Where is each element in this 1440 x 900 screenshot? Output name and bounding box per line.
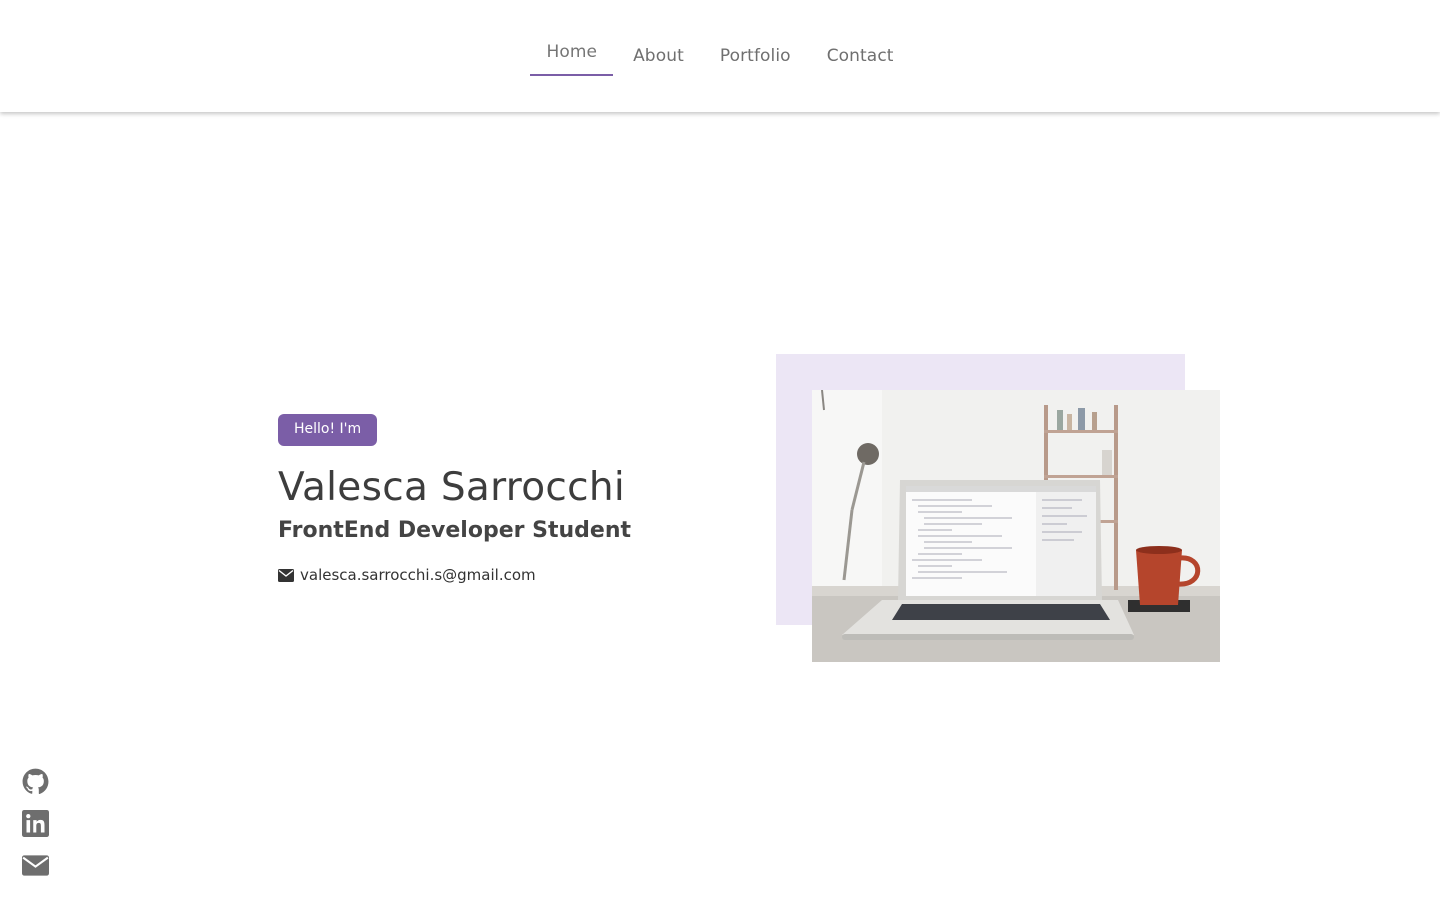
envelope-icon: [278, 568, 294, 582]
linkedin-icon[interactable]: [22, 810, 49, 837]
nav-contact-link[interactable]: Contact: [811, 36, 910, 77]
greeting-badge: Hello! I'm: [278, 414, 378, 446]
main-nav: Home About Portfolio Contact: [0, 0, 1440, 112]
email-address[interactable]: valesca.sarrocchi.s@gmail.com: [300, 566, 536, 584]
hero-role: FrontEnd Developer Student: [278, 518, 632, 543]
github-icon[interactable]: [22, 768, 49, 795]
social-links: [22, 768, 49, 879]
nav-about-link[interactable]: About: [617, 36, 700, 77]
nav-home-link[interactable]: Home: [530, 36, 613, 76]
email-contact[interactable]: valesca.sarrocchi.s@gmail.com: [278, 566, 718, 584]
hero-name: Valesca Sarrocchi: [278, 465, 626, 510]
nav-portfolio-link[interactable]: Portfolio: [704, 36, 807, 77]
envelope-icon[interactable]: [22, 852, 49, 879]
hero-intro: Hello! I'm Valesca Sarrocchi FrontEnd De…: [278, 414, 718, 584]
laptop-photo: [812, 390, 1220, 662]
top-navbar: Home About Portfolio Contact: [0, 0, 1440, 112]
